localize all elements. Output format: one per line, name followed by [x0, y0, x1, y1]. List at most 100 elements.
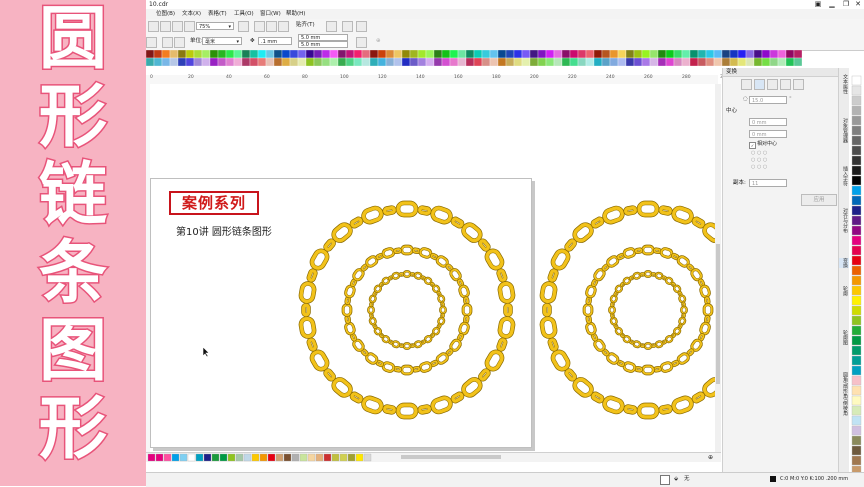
palette-swatch[interactable] [249, 50, 259, 59]
chain-ring[interactable] [539, 200, 715, 420]
palette-swatch[interactable] [681, 50, 691, 59]
menu-text[interactable]: 文本(X) [182, 9, 201, 19]
palette-swatch[interactable] [211, 453, 220, 462]
horizontal-scroll-thumb[interactable] [401, 455, 501, 459]
landscape-icon[interactable] [174, 37, 185, 48]
palette-swatch[interactable] [297, 57, 307, 67]
palette-swatch[interactable] [481, 50, 491, 59]
palette-swatch[interactable] [851, 275, 862, 286]
palette-swatch[interactable] [601, 50, 611, 59]
palette-swatch[interactable] [195, 453, 204, 462]
palette-swatch[interactable] [729, 50, 739, 59]
vertical-scrollbar[interactable] [715, 84, 721, 452]
palette-swatch[interactable] [777, 57, 787, 67]
palette-swatch[interactable] [209, 57, 219, 67]
palette-swatch[interactable] [673, 57, 683, 67]
palette-swatch[interactable] [689, 50, 699, 59]
palette-swatch[interactable] [241, 57, 251, 67]
palette-swatch[interactable] [163, 453, 172, 462]
center-x-input[interactable]: 0 mm [749, 118, 787, 126]
palette-swatch[interactable] [851, 75, 862, 86]
palette-swatch[interactable] [657, 57, 667, 67]
chain-ring[interactable] [341, 244, 473, 376]
palette-swatch[interactable] [505, 57, 515, 67]
palette-swatch[interactable] [553, 57, 563, 67]
treat-as-filled-icon[interactable] [356, 37, 367, 48]
chain-ring[interactable] [298, 200, 517, 420]
palette-swatch[interactable] [601, 57, 611, 67]
snap-to-dropdown[interactable]: 贴齐(T) [296, 21, 315, 30]
palette-swatch[interactable] [489, 50, 499, 59]
menu-help[interactable]: 帮助(H) [286, 9, 305, 19]
apply-button[interactable]: 应用 [801, 194, 837, 206]
anchor-grid-icon[interactable]: ○ ○ ○ ○ ○ ○ ○ ○ ○ [751, 150, 767, 171]
palette-swatch[interactable] [355, 453, 364, 462]
rotation-angle-input[interactable]: 15.0 [749, 96, 787, 104]
palette-swatch[interactable] [243, 453, 252, 462]
palette-swatch[interactable] [433, 50, 443, 59]
palette-swatch[interactable] [625, 57, 635, 67]
palette-swatch[interactable] [585, 57, 595, 67]
palette-swatch[interactable] [851, 295, 862, 306]
palette-swatch[interactable] [851, 345, 862, 356]
chain-ring[interactable] [608, 270, 688, 350]
palette-swatch[interactable] [219, 453, 228, 462]
options-icon[interactable] [326, 21, 337, 32]
palette-swatch[interactable] [329, 50, 339, 59]
palette-swatch[interactable] [146, 50, 155, 59]
palette-swatch[interactable] [851, 455, 862, 466]
palette-swatch[interactable] [393, 57, 403, 67]
palette-swatch[interactable] [473, 57, 483, 67]
palette-swatch[interactable] [449, 57, 459, 67]
palette-swatch[interactable] [585, 50, 595, 59]
palette-swatch[interactable] [851, 135, 862, 146]
position-tab-icon[interactable] [741, 79, 752, 90]
export-icon[interactable] [160, 21, 171, 32]
palette-swatch[interactable] [577, 50, 587, 59]
palette-swatch[interactable] [203, 453, 212, 462]
palette-swatch[interactable] [185, 50, 195, 59]
palette-swatch[interactable] [369, 57, 379, 67]
menu-table[interactable]: 表格(T) [208, 9, 227, 19]
palette-swatch[interactable] [753, 50, 763, 59]
palette-swatch[interactable] [417, 50, 427, 59]
palette-swatch[interactable] [689, 57, 699, 67]
palette-swatch[interactable] [521, 50, 531, 59]
color-palette-right[interactable] [848, 68, 864, 472]
palette-swatch[interactable] [641, 50, 651, 59]
palette-swatch[interactable] [321, 57, 331, 67]
show-grid-icon[interactable] [266, 21, 277, 32]
palette-swatch[interactable] [481, 57, 491, 67]
palette-swatch[interactable] [225, 57, 235, 67]
full-screen-icon[interactable] [238, 21, 249, 32]
palette-swatch[interactable] [273, 57, 283, 67]
palette-swatch[interactable] [851, 305, 862, 316]
palette-swatch[interactable] [617, 57, 627, 67]
color-palette-top[interactable] [146, 50, 816, 68]
palette-swatch[interactable] [217, 50, 227, 59]
palette-swatch[interactable] [289, 50, 299, 59]
palette-swatch[interactable] [851, 185, 862, 196]
palette-swatch[interactable] [737, 50, 747, 59]
palette-swatch[interactable] [393, 50, 403, 59]
palette-swatch[interactable] [169, 57, 179, 67]
palette-swatch[interactable] [299, 453, 308, 462]
palette-swatch[interactable] [425, 50, 435, 59]
palette-swatch[interactable] [617, 50, 627, 59]
palette-swatch[interactable] [705, 57, 715, 67]
help-icon[interactable]: ▣ [812, 0, 824, 9]
palette-swatch[interactable] [153, 57, 163, 67]
menu-bitmaps[interactable]: 位图(B) [156, 9, 175, 19]
palette-swatch[interactable] [339, 453, 348, 462]
palette-swatch[interactable] [745, 57, 755, 67]
palette-swatch[interactable] [377, 50, 387, 59]
palette-swatch[interactable] [851, 285, 862, 296]
palette-swatch[interactable] [785, 50, 795, 59]
palette-swatch[interactable] [251, 453, 260, 462]
palette-swatch[interactable] [721, 50, 731, 59]
palette-swatch[interactable] [177, 50, 187, 59]
palette-swatch[interactable] [361, 57, 371, 67]
palette-swatch[interactable] [521, 57, 531, 67]
palette-swatch[interactable] [561, 50, 571, 59]
palette-swatch[interactable] [851, 105, 862, 116]
